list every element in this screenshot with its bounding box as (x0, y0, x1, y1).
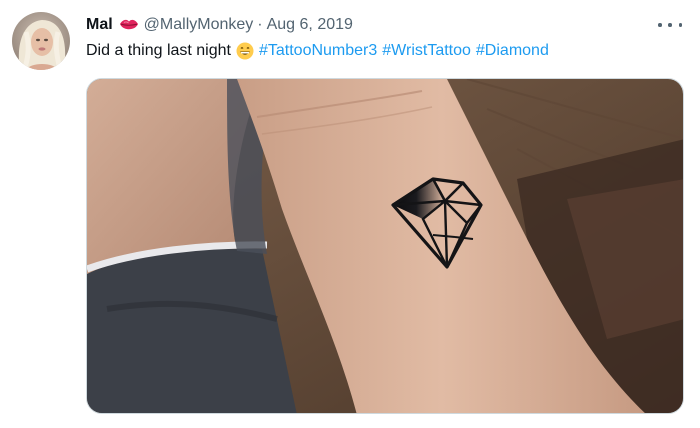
tweet-text-body: Did a thing last night (86, 42, 231, 59)
profile-avatar-icon (12, 12, 70, 70)
avatar[interactable] (12, 12, 70, 70)
hashtag-tattoo-number-3[interactable]: #TattooNumber3 (259, 42, 377, 60)
kiss-lips-icon (119, 18, 139, 32)
more-options-icon[interactable] (658, 18, 682, 32)
separator-dot: · (257, 16, 263, 33)
tweet-photo[interactable] (86, 78, 684, 414)
tweet-card[interactable]: Mal @MallyMonkey · Aug 6, 2019 Did a thi… (0, 0, 700, 428)
hashtag-diamond[interactable]: #Diamond (476, 42, 549, 60)
tweet-date[interactable]: Aug 6, 2019 (267, 16, 353, 34)
wrist-tattoo-photo-icon (87, 79, 683, 413)
tweet-header: Mal @MallyMonkey · Aug 6, 2019 (86, 14, 353, 36)
hashtag-wrist-tattoo[interactable]: #WristTattoo (382, 42, 471, 60)
display-name[interactable]: Mal (86, 16, 113, 34)
tweet-text: Did a thing last night #TattooNumber3 #W… (86, 40, 554, 62)
grinning-face-icon (236, 42, 254, 60)
user-handle[interactable]: @MallyMonkey (144, 16, 254, 34)
